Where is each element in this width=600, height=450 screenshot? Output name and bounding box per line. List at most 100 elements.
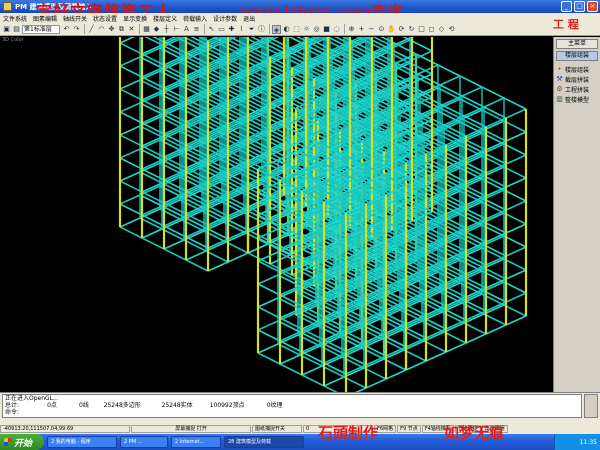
prop-icon[interactable]: ⓘ (257, 25, 266, 34)
panel-item-whole-model[interactable]: ▥ 整楼模型 (556, 94, 600, 104)
toolbar-separator (344, 24, 345, 34)
watermark-bottom-b: 如梦无痕 (444, 424, 505, 442)
command-line-2: 总计: 0点 0线 25248多边形 25248实体 100992顶点 0纹理 (3, 402, 581, 409)
line-icon[interactable]: ╱ (87, 25, 96, 34)
refresh-icon[interactable]: ↻ (407, 25, 416, 34)
stats-vertices: 100992顶点 (209, 402, 245, 409)
floor-combo[interactable]: 第1标准层 (22, 24, 60, 34)
panel-list: • 楼层组装 ⚒ 截层拼装 ⚙ 工程拼装 ▥ 整楼模型 (554, 64, 600, 104)
toolbar: ▣ ▤ 第1标准层 ↶ ↷ ╱ ◠ ✥ ⧉ ✕ ▦ ◆ ┼ ⊢ A ≡ ↖ ▭ … (0, 23, 600, 36)
building-frame-3d (118, 37, 528, 392)
command-scrollbar[interactable] (584, 394, 598, 418)
start-button[interactable]: 开始 (0, 434, 44, 450)
panel-item-label: 整楼模型 (565, 96, 590, 104)
minimize-button[interactable]: _ (561, 1, 572, 12)
model-viewport[interactable]: 3D Color (0, 37, 553, 392)
start-label: 开始 (14, 438, 33, 449)
stats-points: 0点 (47, 402, 57, 409)
panel-item-label: 截层拼装 (565, 76, 590, 84)
close-button[interactable]: × (587, 1, 598, 12)
maximize-button[interactable]: □ (574, 1, 585, 12)
zoom-in-icon[interactable]: + (357, 25, 366, 34)
command-area: 正在进入OpenGL... 总计: 0点 0线 25248多边形 25248实体… (0, 392, 600, 424)
color-icon[interactable]: ■ (322, 25, 331, 34)
menu-element-edit[interactable]: 图素编辑 (33, 14, 57, 23)
menu-exit[interactable]: 退出 (243, 14, 255, 23)
menu-design-params[interactable]: 设计参数 (213, 14, 237, 23)
toggle-node[interactable]: F9 节点 (397, 425, 421, 433)
stats-textures: 0纹理 (266, 402, 283, 409)
menu-file-system[interactable]: 文件系统 (3, 14, 27, 23)
select-icon[interactable]: ↖ (207, 25, 216, 34)
light-icon[interactable]: ☼ (302, 25, 311, 34)
text-icon[interactable]: A (182, 25, 191, 34)
task-button-2[interactable]: 2 PM ... (120, 436, 168, 448)
move-icon[interactable]: ✥ (107, 25, 116, 34)
windows-flag-icon (4, 438, 12, 446)
stats-lines: 0线 (79, 402, 89, 409)
pan-icon[interactable]: ✋ (387, 25, 396, 34)
view-3d-icon[interactable]: ◈ (272, 24, 281, 34)
watermark-bottom-a: 石頭制作 (318, 424, 379, 442)
layer-icon[interactable]: ≡ (192, 25, 201, 34)
axis-icon[interactable]: ┼ (162, 25, 171, 34)
window-icon[interactable]: ▭ (217, 25, 226, 34)
measure-icon[interactable]: ⊢ (172, 25, 181, 34)
view-top-icon[interactable]: ◻ (427, 25, 436, 34)
task-button-1[interactable]: 2 我的电脑 - 程序 (47, 436, 117, 448)
toolbar-separator (204, 24, 205, 34)
hide-icon[interactable]: ◌ (332, 25, 341, 34)
panel-item-floor-assembly[interactable]: • 楼层组装 (556, 64, 600, 74)
redraw-icon[interactable]: ⟲ (447, 25, 456, 34)
zoom-window-icon[interactable]: ⊕ (347, 25, 356, 34)
coordinate-readout: -40913.20,111507.04,99.69 (0, 425, 130, 433)
menu-load-input[interactable]: 荷载输入 (183, 14, 207, 23)
menu-bar: 文件系统 图素编辑 轴线开关 状态设置 显示变换 楼层定义 荷载输入 设计参数 … (0, 13, 600, 23)
view-iso-icon[interactable]: ◇ (437, 25, 446, 34)
rotate-icon[interactable]: ⟳ (397, 25, 406, 34)
snap-status[interactable]: 屏幕捕捉 打开 (131, 425, 251, 433)
node-icon[interactable]: ◆ (152, 25, 161, 34)
command-prompt[interactable]: 命令: (3, 409, 581, 416)
filter-icon[interactable]: ⏷ (247, 25, 256, 34)
camera-icon[interactable]: ◎ (312, 25, 321, 34)
arc-icon[interactable]: ◠ (97, 25, 106, 34)
drawing-snap-toggle[interactable]: 图纸捕捉开关 (252, 425, 302, 433)
menu-state-settings[interactable]: 状态设置 (93, 14, 117, 23)
print-icon[interactable]: ▤ (12, 25, 21, 34)
cross-icon[interactable]: ✚ (227, 25, 236, 34)
zoom-all-icon[interactable]: ⊙ (377, 25, 386, 34)
shade-icon[interactable]: ◐ (282, 25, 291, 34)
delete-icon[interactable]: ✕ (127, 25, 136, 34)
toolbar-separator (84, 24, 85, 34)
panel-item-label: 工程拼装 (565, 86, 590, 94)
zoom-out-icon[interactable]: − (367, 25, 376, 34)
menu-axis-toggle[interactable]: 轴线开关 (63, 14, 87, 23)
toolbar-separator (139, 24, 140, 34)
wire-icon[interactable]: ⬚ (292, 25, 301, 34)
panel-item-label: 楼层组装 (565, 66, 590, 74)
save-icon[interactable]: ▣ (2, 25, 11, 34)
panel-item-project-assembly[interactable]: ⚙ 工程拼装 (556, 84, 600, 94)
view-front-icon[interactable]: □ (417, 25, 426, 34)
floor-assembly-button[interactable]: 楼层组装 (556, 51, 598, 61)
window-controls: _ □ × (561, 1, 598, 12)
app-icon (3, 2, 12, 11)
watermark-right: 工 程 (553, 18, 579, 31)
stats-polygons: 25248多边形 (103, 402, 141, 409)
fence-icon[interactable]: ⌇ (237, 25, 246, 34)
redo-icon[interactable]: ↷ (72, 25, 81, 34)
panel-item-section-assembly[interactable]: ⚒ 截层拼装 (556, 74, 600, 84)
menu-floor-define[interactable]: 楼层定义 (153, 14, 177, 23)
copy-icon[interactable]: ⧉ (117, 25, 126, 34)
right-panel: 主菜单 楼层组装 • 楼层组装 ⚒ 截层拼装 ⚙ 工程拼装 ▥ 整楼模型 (553, 37, 600, 392)
task-button-4[interactable]: 28 建筑模型及荷载 (224, 436, 304, 448)
menu-display-transform[interactable]: 显示变换 (123, 14, 147, 23)
stats-label: 总计: (5, 402, 20, 409)
undo-icon[interactable]: ↶ (62, 25, 71, 34)
toolbar-separator (269, 24, 270, 34)
task-button-3[interactable]: 2 Internet... (171, 436, 221, 448)
main-menu-button[interactable]: 主菜单 (556, 39, 598, 49)
wrench-icon: ⚒ (556, 74, 563, 83)
grid-icon[interactable]: ▦ (142, 25, 151, 34)
